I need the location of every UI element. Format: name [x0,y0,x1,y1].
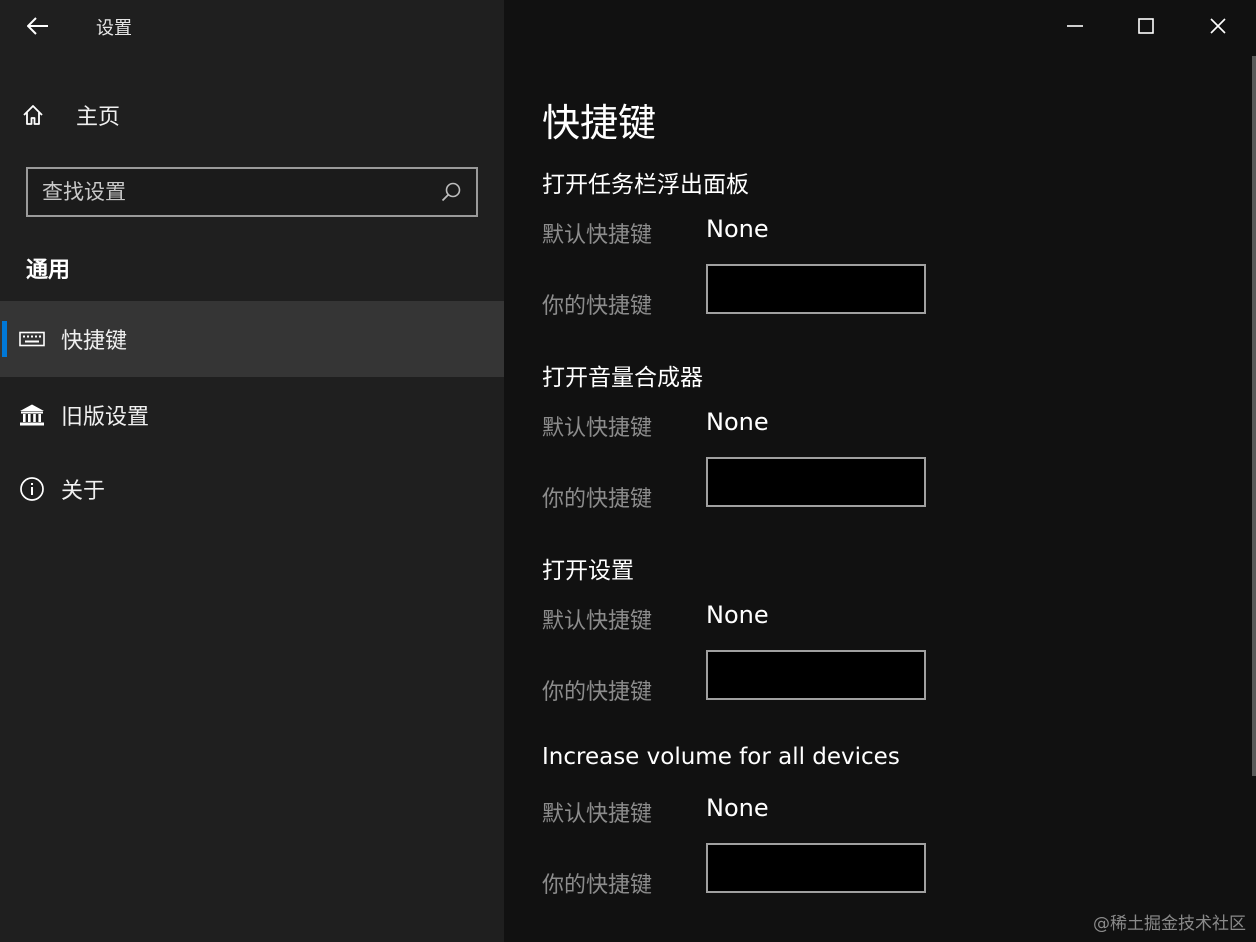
minimize-icon [1067,25,1083,27]
watermark: @稀土掘金技术社区 [1093,914,1246,934]
default-shortcut-value: None [706,215,769,243]
sidebar-item-label: 旧版设置 [61,405,150,430]
shortcut-group: 打开任务栏浮出面板 默认快捷键 None 你的快捷键 [542,165,1142,358]
your-shortcut-input[interactable] [706,457,926,507]
info-icon [17,476,47,502]
search-box[interactable] [26,167,478,217]
your-shortcut-label: 你的快捷键 [542,294,653,319]
back-button[interactable] [14,6,62,46]
your-shortcut-label: 你的快捷键 [542,873,653,898]
your-shortcut-label: 你的快捷键 [542,680,653,705]
sidebar-item-label: 关于 [61,479,106,504]
maximize-button[interactable] [1121,6,1171,46]
sidebar: 设置 主页 通用 [0,0,504,942]
shortcut-group-title: 打开任务栏浮出面板 [542,172,749,198]
default-shortcut-label: 默认快捷键 [542,609,653,634]
default-shortcut-label: 默认快捷键 [542,223,653,248]
home-icon [22,104,58,126]
close-button[interactable] [1193,6,1243,46]
back-arrow-icon [27,17,48,35]
maximize-icon [1138,18,1154,34]
search-input[interactable] [42,180,422,204]
sidebar-item-legacy-settings[interactable]: 旧版设置 [0,377,504,453]
sidebar-item-label: 主页 [76,105,121,130]
default-shortcut-value: None [706,408,769,436]
bank-icon [17,403,47,427]
scrollbar[interactable] [1252,56,1256,776]
default-shortcut-value: None [706,601,769,629]
your-shortcut-input[interactable] [706,650,926,700]
close-icon [1210,18,1226,34]
sidebar-item-home[interactable]: 主页 [0,90,504,140]
default-shortcut-label: 默认快捷键 [542,416,653,441]
search-icon[interactable] [440,181,462,203]
minimize-button[interactable] [1050,6,1100,46]
shortcut-group: 打开设置 默认快捷键 None 你的快捷键 [542,551,1142,744]
sidebar-item-about[interactable]: 关于 [0,451,504,527]
default-shortcut-label: 默认快捷键 [542,802,653,827]
shortcut-group: 打开音量合成器 默认快捷键 None 你的快捷键 [542,358,1142,551]
section-header: 通用 [26,258,71,283]
your-shortcut-label: 你的快捷键 [542,487,653,512]
shortcut-group-title: 打开音量合成器 [542,365,703,391]
keyboard-icon [17,331,47,347]
sidebar-item-label: 快捷键 [61,329,128,354]
sidebar-item-shortcuts[interactable]: 快捷键 [0,301,504,377]
page-title: 快捷键 [542,101,657,145]
shortcut-group-title: 打开设置 [542,558,634,584]
shortcut-group-title: Increase volume for all devices [542,744,900,770]
selection-accent [2,321,7,357]
your-shortcut-input[interactable] [706,843,926,893]
default-shortcut-value: None [706,794,769,822]
shortcut-group: Increase volume for all devices 默认快捷键 No… [542,744,1142,937]
your-shortcut-input[interactable] [706,264,926,314]
content-pane: 快捷键 打开任务栏浮出面板 默认快捷键 None 你的快捷键 打开音量合成器 默… [504,0,1256,942]
settings-window: 设置 主页 通用 [0,0,1256,942]
app-title: 设置 [96,18,132,39]
